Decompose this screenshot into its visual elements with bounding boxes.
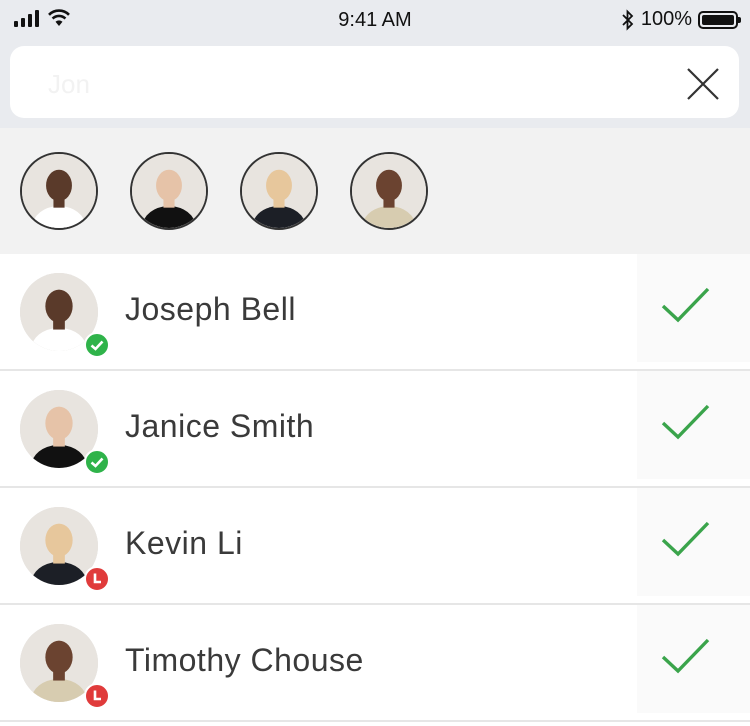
selected-avatar[interactable]: [130, 152, 208, 230]
status-available-icon: [84, 332, 110, 358]
contact-name: Timothy Chouse: [125, 642, 364, 678]
close-icon[interactable]: [685, 66, 721, 102]
checkmark-icon: [661, 287, 710, 323]
selected-avatar[interactable]: [350, 152, 428, 230]
contact-list: Joseph Bell Janice Smith Kevin Li Timothy C…: [0, 254, 750, 722]
contact-row[interactable]: Kevin Li: [0, 488, 750, 605]
selected-avatar[interactable]: [20, 152, 98, 230]
status-right: 100%: [621, 8, 741, 31]
battery-icon: [698, 10, 741, 29]
selected-avatar[interactable]: [240, 152, 318, 230]
avatar-image: [132, 154, 206, 228]
checkmark-icon: [661, 638, 710, 674]
contact-name: Kevin Li: [125, 525, 243, 561]
battery-percent: 100%: [640, 8, 692, 30]
contact-name: Joseph Bell: [125, 291, 296, 327]
select-toggle[interactable]: [637, 605, 750, 713]
select-toggle[interactable]: [637, 254, 750, 362]
search-area: [0, 40, 750, 128]
contact-name: Janice Smith: [125, 408, 315, 444]
avatar-image: [352, 154, 426, 228]
avatar-image: [22, 154, 96, 228]
search-box: [10, 46, 739, 118]
checkmark-icon: [661, 521, 710, 557]
bluetooth-icon: [622, 8, 634, 31]
status-available-icon: [84, 449, 110, 475]
search-input[interactable]: [46, 68, 650, 101]
status-away-icon: [84, 566, 110, 592]
status-bar: 9:41 AM 100%: [0, 0, 750, 40]
checkmark-icon: [661, 404, 710, 440]
select-toggle[interactable]: [637, 371, 750, 479]
contact-row[interactable]: Janice Smith: [0, 371, 750, 488]
battery-level: [702, 14, 734, 25]
select-toggle[interactable]: [637, 488, 750, 596]
status-away-icon: [84, 683, 110, 709]
contact-row[interactable]: Joseph Bell: [0, 254, 750, 371]
selected-contacts-strip: [0, 128, 750, 254]
contact-row[interactable]: Timothy Chouse: [0, 605, 750, 722]
avatar-image: [242, 154, 316, 228]
